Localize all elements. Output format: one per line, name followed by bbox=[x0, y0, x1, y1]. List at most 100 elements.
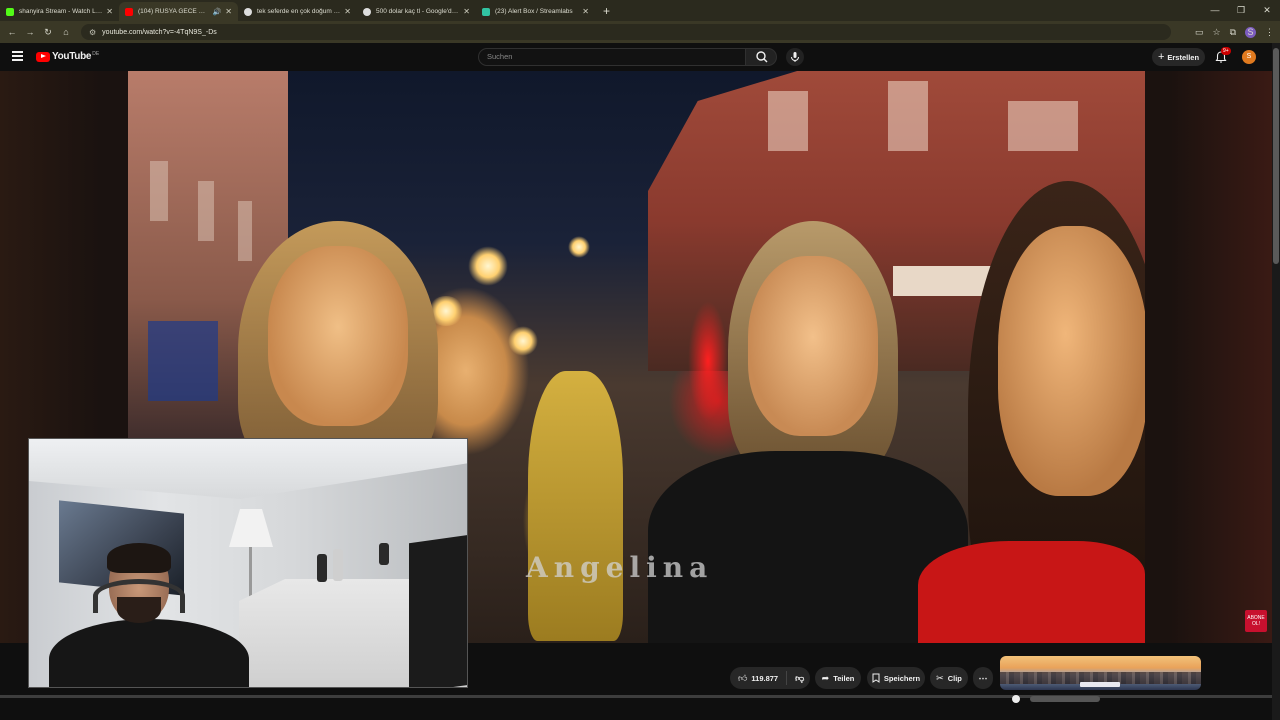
search-button[interactable] bbox=[745, 48, 777, 66]
video-streetlight bbox=[508, 326, 538, 356]
streamlabs-favicon-icon bbox=[482, 7, 490, 16]
webcam-monitor bbox=[409, 534, 467, 687]
mic-icon bbox=[791, 52, 799, 62]
browser-toolbar: ← → ↻ ⌂ ⚙ youtube.com/watch?v=-4TqN9S_-D… bbox=[0, 21, 1280, 43]
home-icon[interactable]: ⌂ bbox=[57, 27, 75, 37]
save-button[interactable]: Speichern bbox=[867, 667, 925, 689]
notification-badge: 9+ bbox=[1221, 47, 1231, 55]
speaker-icon[interactable]: 🔊 bbox=[213, 8, 222, 16]
kick-favicon-icon bbox=[6, 7, 14, 16]
subscribe-watermark[interactable]: ABONE OL! bbox=[1245, 610, 1267, 632]
video-window bbox=[888, 81, 928, 151]
clip-label: Clip bbox=[947, 673, 962, 683]
video-red-top-right bbox=[918, 541, 1145, 643]
reload-icon[interactable]: ↻ bbox=[39, 27, 57, 38]
browser-profile-avatar[interactable]: S bbox=[1245, 26, 1256, 38]
bookmark-star-icon[interactable]: ☆ bbox=[1212, 27, 1220, 38]
new-tab-button[interactable]: + bbox=[595, 2, 618, 21]
create-button[interactable]: + Erstellen bbox=[1152, 48, 1205, 66]
forward-icon[interactable]: → bbox=[21, 27, 39, 37]
tab-close-icon[interactable]: ✕ bbox=[463, 7, 470, 16]
clip-button[interactable]: ✂ Clip bbox=[930, 667, 968, 689]
video-walking-figure bbox=[528, 371, 623, 641]
share-label: Teilen bbox=[833, 673, 855, 683]
webcam-ceiling bbox=[29, 439, 467, 499]
scissors-icon: ✂ bbox=[936, 672, 944, 683]
tab-close-icon[interactable]: ✕ bbox=[106, 7, 113, 16]
browser-toolbar-right: ▭ ☆ ⧉ S ⋮ bbox=[1195, 26, 1280, 38]
video-streetlight bbox=[468, 246, 508, 286]
like-count: 119.877 bbox=[751, 673, 779, 683]
like-button[interactable]: 👍︎ 119.877 bbox=[730, 671, 788, 685]
channel-avatar[interactable] bbox=[1012, 695, 1020, 703]
back-icon[interactable]: ← bbox=[3, 27, 21, 37]
browser-tab-google-2[interactable]: 500 dolar kaç tl - Google'da Ar ✕ bbox=[357, 2, 476, 21]
tab-close-icon[interactable]: ✕ bbox=[582, 7, 589, 16]
webcam-bottle bbox=[379, 543, 389, 565]
scrollbar-thumb[interactable] bbox=[1273, 48, 1279, 264]
video-storefront-light bbox=[893, 266, 993, 296]
tab-title: tek seferde en çok doğum yapa bbox=[257, 8, 341, 15]
recommended-video-thumbnail[interactable] bbox=[1000, 656, 1201, 690]
recommended-title-placeholder[interactable] bbox=[1030, 696, 1100, 702]
bookmark-icon bbox=[872, 673, 880, 683]
share-icon: ➦ bbox=[821, 672, 830, 683]
webcam-person-body bbox=[49, 619, 249, 687]
close-window-icon[interactable]: ✕ bbox=[1254, 0, 1280, 21]
video-window bbox=[150, 161, 168, 221]
video-face-middle bbox=[748, 256, 878, 436]
browser-tab-youtube[interactable]: (104) RUSYA GECE HAYATI 🔊 ✕ bbox=[119, 2, 238, 21]
video-window bbox=[1008, 101, 1078, 151]
browser-menu-icon[interactable]: ⋮ bbox=[1265, 27, 1274, 38]
thumbs-down-icon[interactable]: 👎︎ bbox=[787, 673, 812, 684]
thumbnail-boat bbox=[1080, 682, 1120, 687]
more-horizontal-icon: ⋯ bbox=[978, 672, 988, 683]
webcam-bottle bbox=[333, 549, 343, 581]
tab-close-icon[interactable]: ✕ bbox=[344, 7, 351, 16]
webcam-bottle bbox=[317, 554, 327, 582]
voice-search-button[interactable] bbox=[786, 48, 804, 66]
search-icon bbox=[756, 51, 768, 63]
search-input[interactable]: Suchen bbox=[478, 48, 746, 66]
webcam-lamp-stem bbox=[249, 547, 252, 597]
video-streetlight bbox=[568, 236, 590, 258]
browser-tab-kick[interactable]: shanyira Stream - Watch Live o ✕ bbox=[0, 2, 119, 21]
youtube-wordmark: YouTube bbox=[52, 51, 92, 62]
restore-icon[interactable]: ❐ bbox=[1228, 0, 1254, 21]
browser-tab-streamlabs[interactable]: (23) Alert Box / Streamlabs ✕ bbox=[476, 2, 595, 21]
account-avatar[interactable]: S bbox=[1242, 50, 1256, 64]
video-window bbox=[238, 201, 252, 261]
headset-icon bbox=[93, 579, 185, 613]
more-actions-button[interactable]: ⋯ bbox=[973, 667, 993, 689]
site-info-icon[interactable]: ⚙ bbox=[89, 28, 96, 37]
video-caption: Angelina bbox=[526, 551, 714, 584]
cast-icon[interactable]: ▭ bbox=[1195, 27, 1204, 38]
url-text: youtube.com/watch?v=-4TqN9S_-Ds bbox=[102, 28, 217, 36]
recommended-video-meta bbox=[1012, 695, 1132, 703]
video-window bbox=[768, 91, 808, 151]
youtube-favicon-icon bbox=[125, 7, 133, 16]
google-favicon-icon bbox=[244, 7, 252, 16]
browser-tab-google-1[interactable]: tek seferde en çok doğum yapa ✕ bbox=[238, 2, 357, 21]
youtube-logo[interactable]: YouTube DE bbox=[36, 51, 99, 62]
webcam-overlay bbox=[28, 438, 468, 688]
video-face-right bbox=[998, 226, 1145, 496]
menu-icon[interactable] bbox=[12, 51, 23, 61]
window-controls: — ❐ ✕ bbox=[1202, 0, 1280, 21]
save-label: Speichern bbox=[883, 673, 921, 683]
video-face-left bbox=[268, 246, 408, 426]
tab-title: (23) Alert Box / Streamlabs bbox=[495, 8, 573, 15]
youtube-masthead: YouTube DE Suchen + Erstellen 9+ S bbox=[0, 43, 1272, 71]
tab-title: 500 dolar kaç tl - Google'da Ar bbox=[376, 8, 460, 15]
tab-close-icon[interactable]: ✕ bbox=[225, 7, 232, 16]
browser-tab-strip: shanyira Stream - Watch Live o ✕ (104) R… bbox=[0, 0, 1280, 21]
share-button[interactable]: ➦ Teilen bbox=[815, 667, 861, 689]
tab-title: (104) RUSYA GECE HAYATI bbox=[138, 8, 210, 15]
extensions-icon[interactable]: ⧉ bbox=[1230, 27, 1236, 38]
youtube-play-icon bbox=[36, 51, 50, 62]
video-red-neon bbox=[688, 301, 728, 421]
webcam-lamp-shade bbox=[229, 509, 273, 547]
address-bar[interactable]: ⚙ youtube.com/watch?v=-4TqN9S_-Ds bbox=[81, 24, 1171, 40]
plus-icon: + bbox=[1157, 51, 1165, 63]
minimize-icon[interactable]: — bbox=[1202, 0, 1228, 21]
